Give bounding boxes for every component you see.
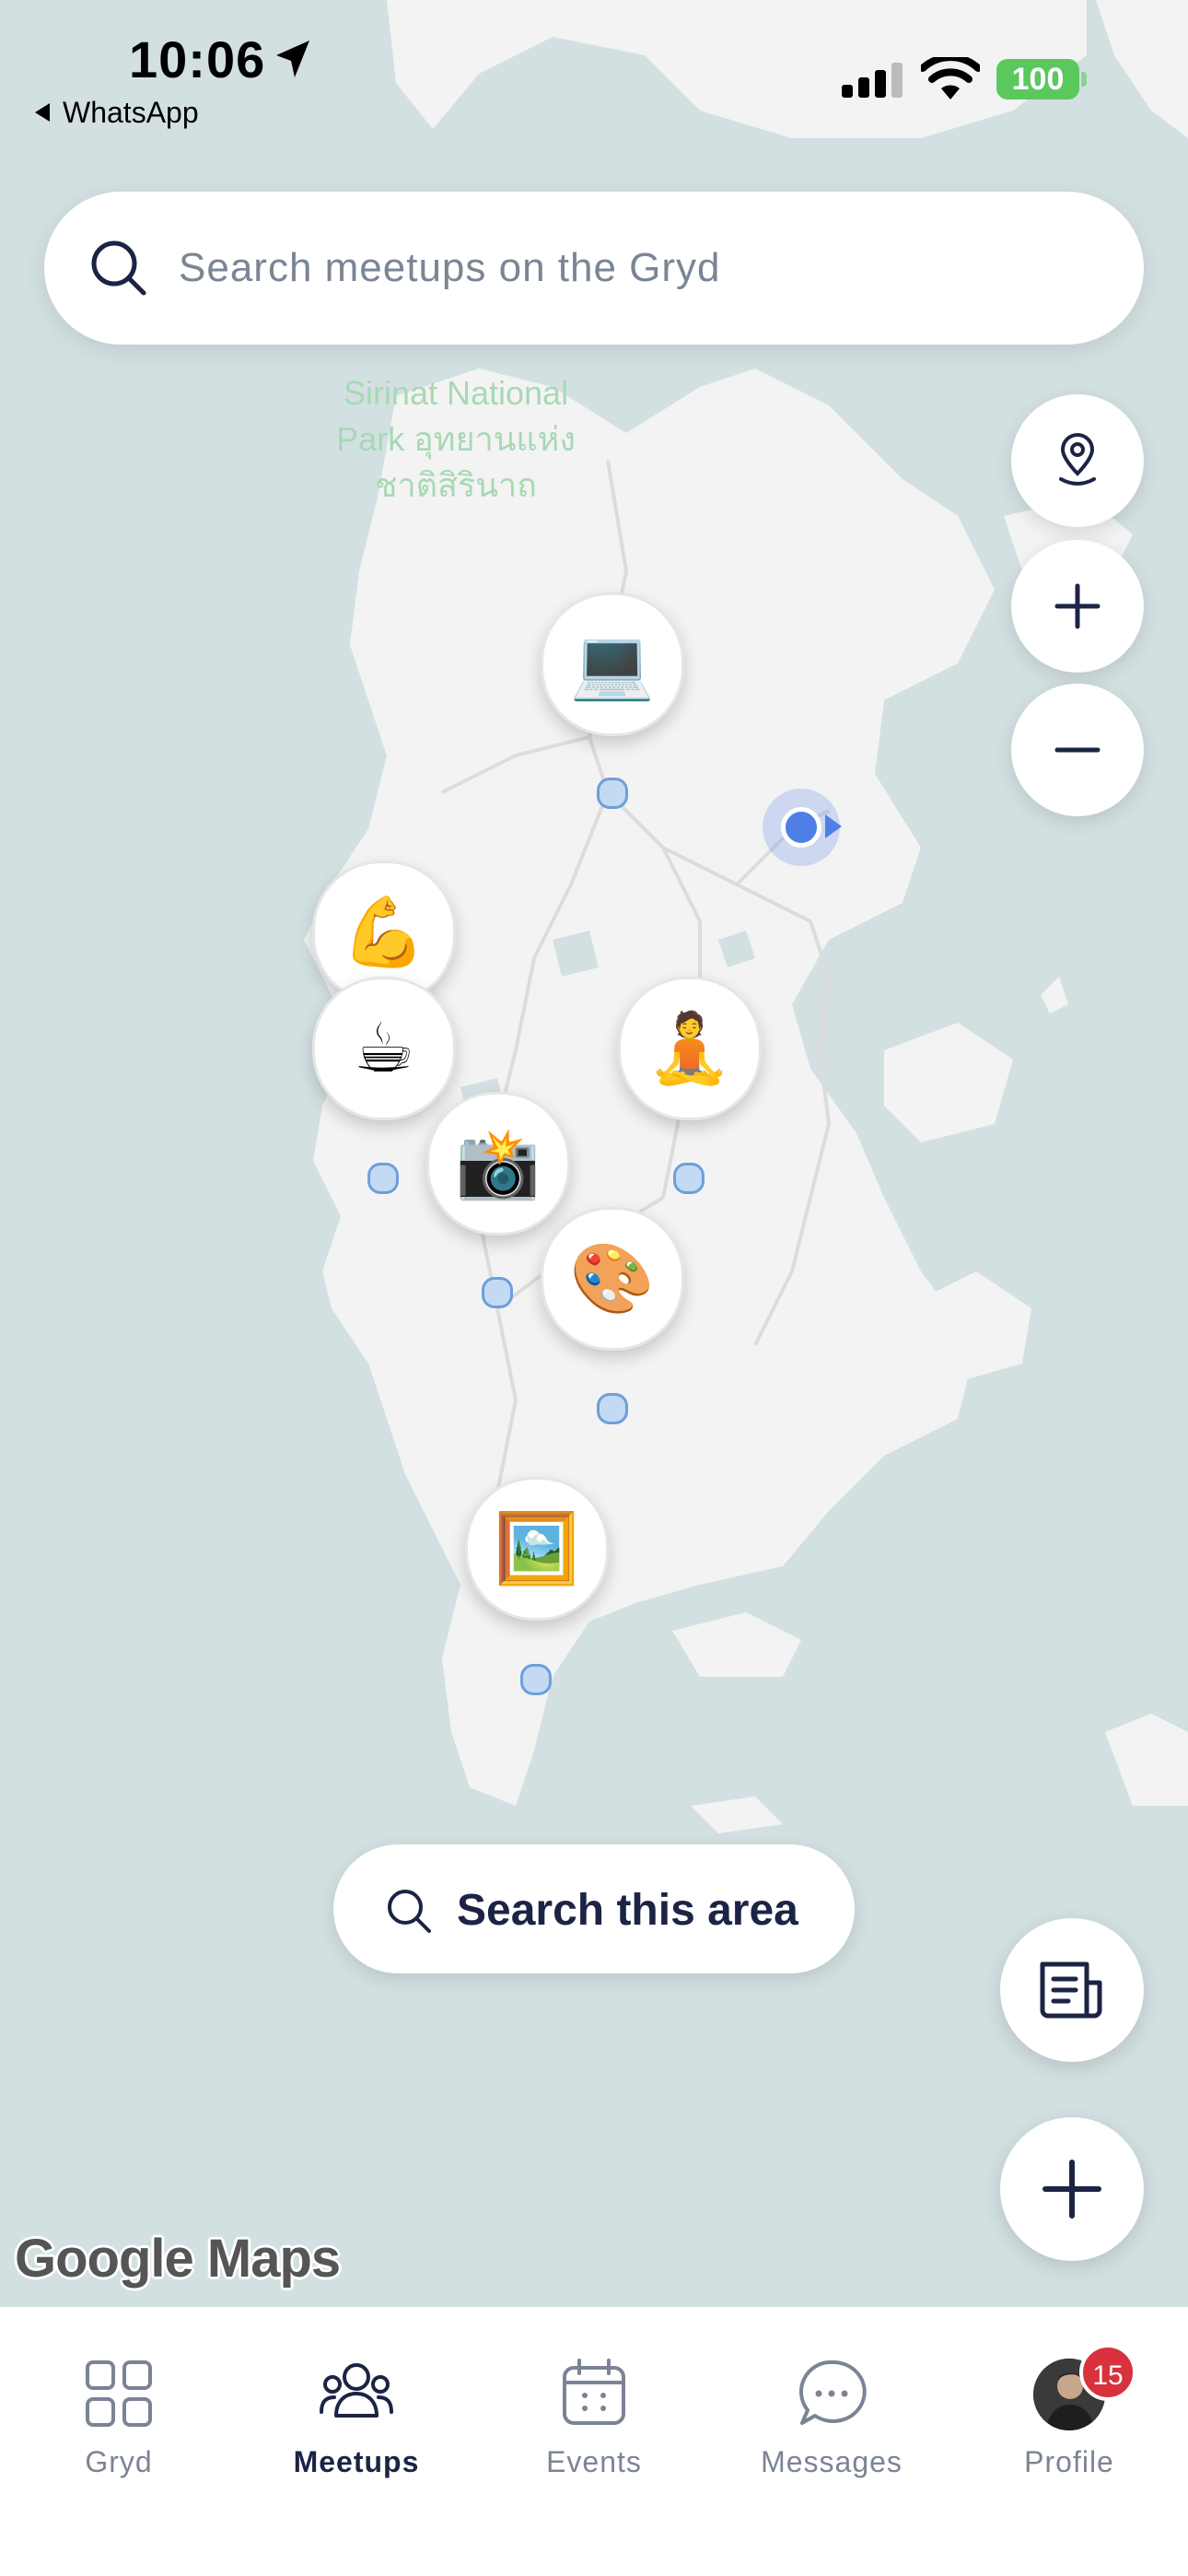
back-app-label: WhatsApp (63, 96, 199, 129)
meetup-marker-artist-palette[interactable]: 🎨 (541, 1207, 684, 1351)
zoom-out-button[interactable] (1011, 684, 1144, 816)
status-time: 10:06 (129, 30, 266, 88)
meetup-marker-laptop[interactable]: 💻 (541, 592, 684, 736)
tab-gryd[interactable]: Gryd (0, 2307, 238, 2510)
back-to-app-link[interactable]: WhatsApp (35, 96, 199, 130)
people-icon (320, 2363, 393, 2418)
tab-messages[interactable]: Messages (713, 2307, 950, 2510)
meetup-dot[interactable] (482, 1277, 513, 1308)
back-triangle-icon (35, 102, 50, 122)
google-maps-attribution: Google Maps (15, 2229, 341, 2289)
zoom-in-button[interactable] (1011, 540, 1144, 673)
search-icon (388, 1890, 431, 1933)
park-label: Sirinat National Park อุทยานแห่งชาติสิริ… (336, 374, 576, 504)
meetup-marker-camera-flash[interactable]: 📸 (426, 1092, 570, 1235)
location-arrow-icon (276, 41, 309, 77)
meetup-marker-framed-picture[interactable]: 🖼️ (465, 1477, 609, 1621)
tab-meetups[interactable]: Meetups (238, 2307, 475, 2510)
tab-label: Events (546, 2445, 642, 2478)
list-view-icon (1040, 1961, 1102, 2019)
tab-events[interactable]: Events (475, 2307, 713, 2510)
chat-icon (798, 2359, 867, 2425)
meetup-dot[interactable] (520, 1664, 552, 1695)
status-bar: 10:06 WhatsApp 100 (0, 0, 1188, 138)
meetup-dot[interactable] (597, 1393, 628, 1424)
my-location-button[interactable] (1011, 394, 1144, 527)
meetup-dot[interactable] (597, 778, 628, 809)
my-location-icon (1059, 433, 1096, 486)
meetup-marker-person-lotus[interactable]: 🧘 (618, 977, 762, 1120)
user-location-dot (781, 807, 821, 848)
tab-label: Gryd (85, 2445, 153, 2478)
tab-label: Messages (761, 2445, 903, 2478)
tab-label: Meetups (293, 2445, 420, 2478)
search-this-area-button[interactable]: Search this area (333, 1844, 855, 1973)
cellular-signal-icon (842, 63, 903, 98)
add-meetup-button[interactable] (1000, 2117, 1144, 2261)
meetup-marker-hot-beverage[interactable]: ☕ (312, 977, 456, 1120)
zoom-out-icon (1054, 747, 1101, 753)
profile-notification-badge: 15 (1079, 2344, 1136, 2401)
search-icon (91, 240, 146, 296)
user-heading-arrow (825, 814, 842, 838)
search-this-area-label: Search this area (457, 1886, 798, 1935)
add-meetup-icon (1042, 2160, 1101, 2219)
search-bar[interactable]: Search meetups on the Gryd (44, 192, 1144, 345)
list-view-button[interactable] (1000, 1918, 1144, 2062)
zoom-in-icon (1054, 583, 1101, 629)
search-input[interactable]: Search meetups on the Gryd (179, 245, 721, 291)
meetup-dot[interactable] (367, 1163, 399, 1194)
battery-indicator: 100 (996, 59, 1079, 100)
tab-bar: Gryd Meetups Events Messages Profile 15 (0, 2307, 1188, 2576)
calendar-icon (563, 2359, 625, 2425)
grid-icon (86, 2360, 152, 2427)
tab-profile[interactable]: Profile (950, 2307, 1188, 2510)
meetup-dot[interactable] (673, 1163, 705, 1194)
tab-label: Profile (1024, 2445, 1114, 2478)
battery-nub (1081, 72, 1087, 87)
wifi-icon (921, 57, 980, 100)
